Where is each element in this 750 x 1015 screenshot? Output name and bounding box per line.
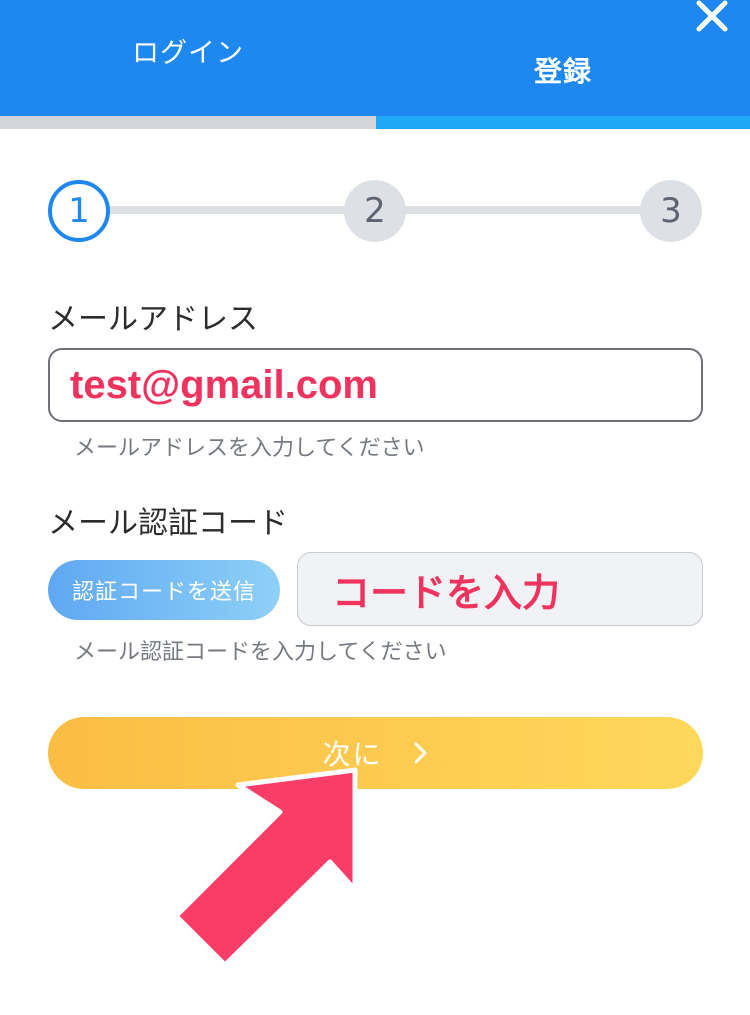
close-icon xyxy=(696,0,728,32)
next-button-label: 次に xyxy=(322,738,383,771)
step-3: 3 xyxy=(640,180,702,242)
step-2: 2 xyxy=(344,180,406,242)
email-label: メールアドレス xyxy=(48,302,258,337)
next-button[interactable]: 次に xyxy=(48,717,703,789)
step-2-label: 2 xyxy=(364,191,386,231)
code-value: コードを入力 xyxy=(332,570,561,615)
tab-login[interactable]: ログイン xyxy=(0,0,376,116)
send-code-label: 認証コードを送信 xyxy=(71,580,256,605)
step-1-label: 1 xyxy=(68,191,90,231)
tab-register-label: 登録 xyxy=(533,55,592,88)
tab-register-underline xyxy=(376,116,750,129)
code-hint: メール認証コードを入力してください xyxy=(74,640,447,665)
tab-login-underline xyxy=(0,116,376,129)
close-button[interactable] xyxy=(690,0,734,38)
email-hint: メールアドレスを入力してください xyxy=(74,436,425,461)
auth-header: ログイン 登録 xyxy=(0,0,750,116)
tab-login-label: ログイン xyxy=(132,37,244,69)
step-3-label: 3 xyxy=(660,191,682,231)
send-code-button[interactable]: 認証コードを送信 xyxy=(48,560,280,620)
step-1: 1 xyxy=(48,180,110,242)
email-field[interactable]: test@gmail.com xyxy=(48,348,703,422)
email-value: test@gmail.com xyxy=(70,362,378,407)
code-label: メール認証コード xyxy=(48,506,288,541)
chevron-right-icon xyxy=(413,741,429,765)
code-field[interactable]: コードを入力 xyxy=(297,552,703,626)
